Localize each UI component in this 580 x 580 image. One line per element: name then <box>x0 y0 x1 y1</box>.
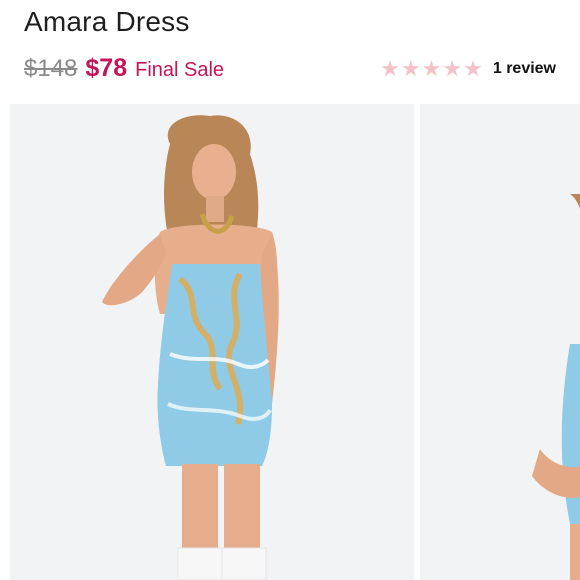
model-photo-side <box>420 104 580 580</box>
final-sale-label: Final Sale <box>135 59 225 81</box>
product-image-main[interactable] <box>10 104 414 580</box>
star-rating: ★ ★ ★ ★ ★ <box>380 58 483 80</box>
rating-summary[interactable]: ★ ★ ★ ★ ★ 1 review <box>380 58 556 80</box>
star-icon: ★ <box>463 56 483 81</box>
original-price: $148 <box>24 55 78 82</box>
model-photo-front <box>10 104 414 580</box>
star-icon: ★ <box>421 56 442 81</box>
price-row: $148 $78 Final Sale <box>24 54 224 83</box>
sale-price: $78 <box>85 54 128 82</box>
product-image-secondary[interactable] <box>420 104 580 580</box>
star-icon: ★ <box>380 56 400 81</box>
star-icon: ★ <box>400 56 421 81</box>
product-image-gallery[interactable] <box>0 104 580 580</box>
product-title: Amara Dress <box>24 6 190 37</box>
star-icon: ★ <box>442 56 463 81</box>
review-count-link[interactable]: 1 review <box>493 60 556 78</box>
